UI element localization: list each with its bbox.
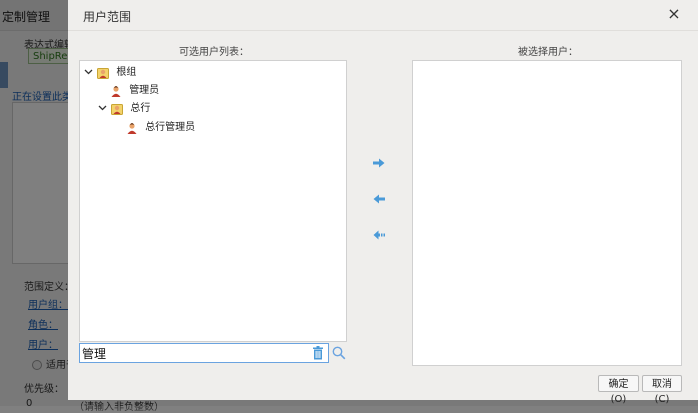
tree-node-label: 管理员 — [129, 85, 160, 96]
tree-node-root-group[interactable]: 根组 — [82, 65, 136, 81]
close-button[interactable]: × — [664, 4, 684, 24]
user-group-icon — [97, 67, 110, 79]
remove-user-button[interactable] — [371, 194, 387, 208]
cancel-button[interactable]: 取消(C) — [642, 375, 682, 405]
double-arrow-left-icon — [373, 230, 386, 243]
tree-node-label: 总行管理员 — [145, 122, 196, 133]
selected-users-header: 被选择用户： — [518, 47, 578, 58]
user-range-dialog: 用户范围 × 可选用户列表： 被选择用户： 根组 管理员 总行 总行管理员 管理… — [68, 0, 698, 405]
available-users-tree[interactable]: 根组 管理员 总行 总行管理员 — [79, 60, 347, 342]
available-users-header: 可选用户列表： — [179, 47, 249, 58]
arrow-left-icon — [373, 194, 385, 207]
arrow-right-icon — [373, 158, 385, 171]
search-icon[interactable] — [332, 346, 346, 360]
tree-node-admin-user[interactable]: 管理员 — [110, 83, 159, 99]
close-icon: × — [667, 4, 681, 23]
chevron-down-icon[interactable] — [96, 102, 108, 118]
ok-button[interactable]: 确定(O) — [598, 375, 639, 405]
user-icon — [126, 122, 138, 134]
add-user-button[interactable] — [371, 158, 387, 172]
user-icon — [110, 85, 122, 97]
selected-users-list[interactable] — [412, 60, 682, 366]
title-divider — [68, 30, 698, 31]
tree-node-head-office-admin[interactable]: 总行管理员 — [126, 120, 195, 136]
chevron-down-icon[interactable] — [82, 66, 94, 82]
tree-node-label: 总行 — [130, 103, 151, 114]
tree-node-label: 根组 — [116, 67, 137, 78]
tree-node-head-office-group[interactable]: 总行 — [96, 101, 150, 117]
trash-icon[interactable] — [312, 346, 324, 360]
dialog-title: 用户范围 — [83, 10, 132, 24]
search-input[interactable] — [82, 345, 302, 361]
search-box[interactable] — [79, 343, 329, 363]
user-group-icon — [111, 103, 124, 115]
remove-all-users-button[interactable] — [371, 230, 387, 244]
